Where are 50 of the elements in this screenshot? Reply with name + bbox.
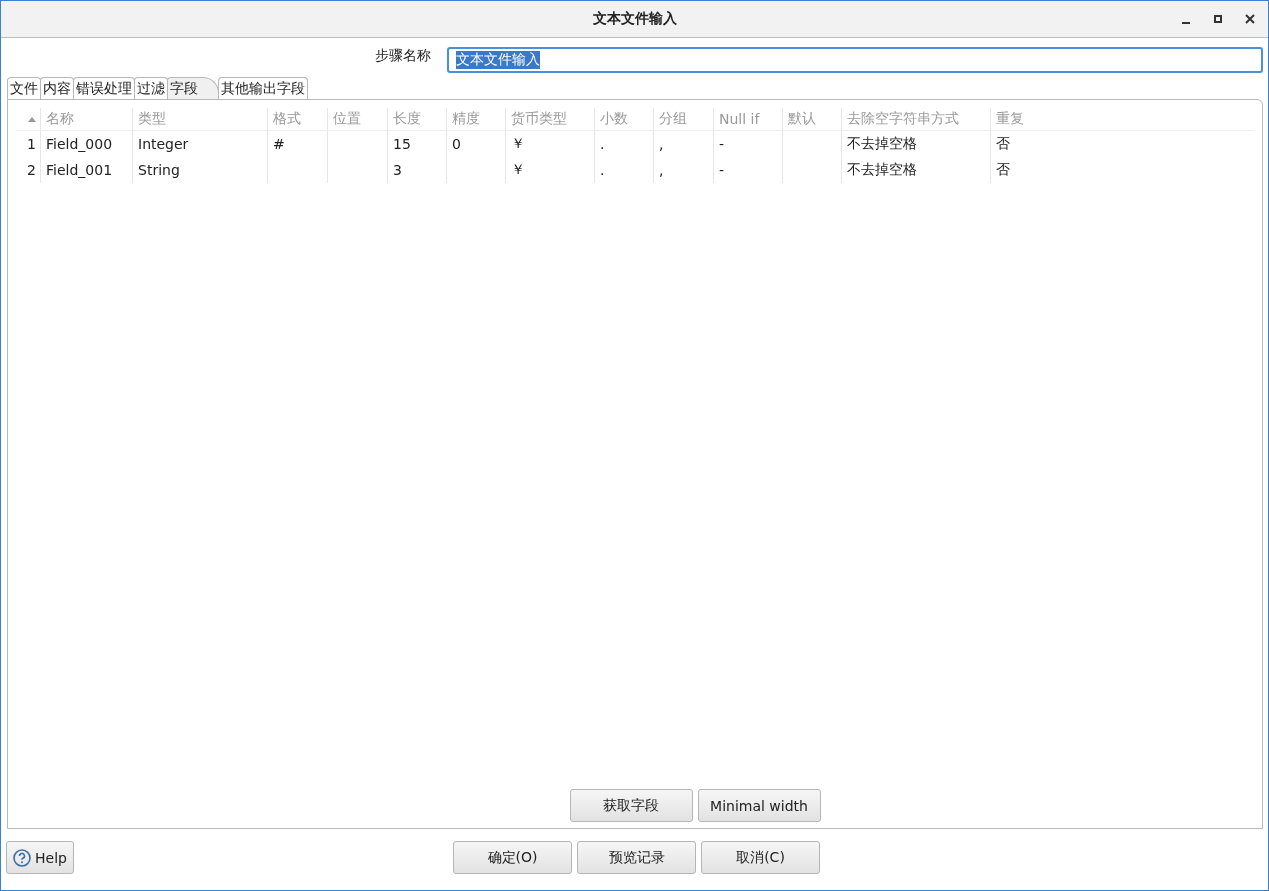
- table-cell: Field_001: [46, 162, 113, 178]
- table-button[interactable]: 获取字段: [569, 789, 693, 822]
- table-cell: Integer: [138, 136, 189, 152]
- table-cell: -: [719, 136, 725, 152]
- table-button[interactable]: Minimal width: [697, 789, 821, 822]
- table-cell: #: [273, 136, 285, 152]
- row-number: 2: [27, 162, 36, 178]
- column-header[interactable]: 类型: [138, 110, 166, 128]
- sort-arrow-icon[interactable]: [28, 116, 36, 122]
- tab[interactable]: 错误处理: [73, 77, 135, 99]
- table-cell: ￥: [511, 135, 525, 153]
- column-header[interactable]: 分组: [659, 110, 687, 128]
- table-cell: 否: [996, 161, 1010, 179]
- column-header[interactable]: 默认: [788, 110, 816, 128]
- window-title: 文本文件输入: [592, 10, 677, 28]
- tab[interactable]: 字段: [167, 77, 219, 99]
- column-header[interactable]: 位置: [333, 110, 361, 128]
- column-header[interactable]: 货币类型: [511, 110, 567, 128]
- table-cell: 0: [452, 136, 461, 152]
- help-icon: [13, 848, 32, 867]
- step-name-field[interactable]: 文本文件输入: [447, 47, 1263, 73]
- table-cell: 否: [996, 135, 1010, 153]
- dialog-button[interactable]: 预览记录: [577, 841, 696, 874]
- dialog-button[interactable]: 确定(O): [453, 841, 572, 874]
- table-cell: 不去掉空格: [847, 135, 917, 153]
- table-cell: 不去掉空格: [847, 161, 917, 179]
- dialog-button[interactable]: 取消(C): [701, 841, 820, 874]
- column-header[interactable]: 长度: [393, 110, 421, 128]
- column-header[interactable]: 名称: [46, 110, 74, 128]
- column-header[interactable]: 重复: [996, 110, 1024, 128]
- help-button[interactable]: Help: [6, 841, 74, 874]
- tab[interactable]: 其他输出字段: [218, 77, 308, 99]
- table-cell: ,: [659, 162, 664, 178]
- column-header[interactable]: 精度: [452, 110, 480, 128]
- table-cell: ￥: [511, 161, 525, 179]
- tab[interactable]: 文件: [7, 77, 41, 99]
- table-cell: ,: [659, 136, 664, 152]
- column-header[interactable]: Null if: [719, 111, 760, 127]
- table-cell: -: [719, 162, 725, 178]
- column-header[interactable]: 格式: [273, 110, 301, 128]
- table-cell: Field_000: [46, 136, 113, 152]
- column-header[interactable]: 小数: [600, 110, 628, 128]
- table-cell: 15: [393, 136, 411, 152]
- table-cell: String: [138, 162, 180, 178]
- table-cell: .: [600, 136, 605, 152]
- row-number: 1: [27, 136, 36, 152]
- table-cell: .: [600, 162, 605, 178]
- step-name-label: 步骤名称: [375, 47, 432, 65]
- column-header[interactable]: 去除空字符串方式: [847, 110, 959, 128]
- table-cell: 3: [393, 162, 402, 178]
